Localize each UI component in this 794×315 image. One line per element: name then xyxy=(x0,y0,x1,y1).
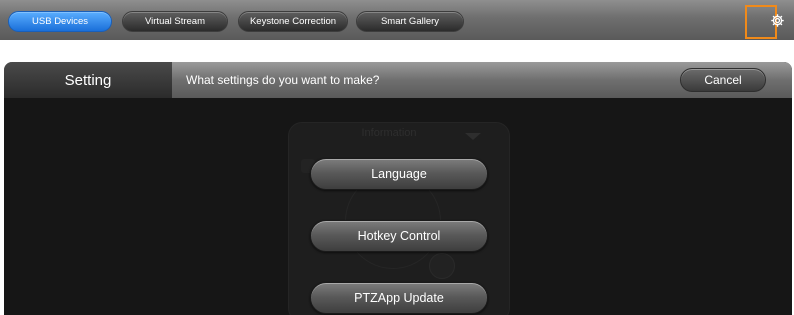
tab-virtual-stream[interactable]: Virtual Stream xyxy=(122,11,228,32)
tab-usb-devices[interactable]: USB Devices xyxy=(8,11,112,32)
panel-title: Setting xyxy=(4,62,172,98)
hotkey-control-button[interactable]: Hotkey Control xyxy=(310,220,488,252)
tab-smart-gallery[interactable]: Smart Gallery xyxy=(356,11,464,32)
background-card-title: Information xyxy=(361,127,417,139)
cancel-button[interactable]: Cancel xyxy=(680,68,766,92)
gear-icon[interactable] xyxy=(770,13,785,28)
language-button[interactable]: Language xyxy=(310,158,488,190)
top-tab-bar: USB Devices Virtual Stream Keystone Corr… xyxy=(0,0,794,40)
chevron-down-icon xyxy=(465,133,481,140)
panel-question: What settings do you want to make? xyxy=(186,73,380,87)
settings-panel: Setting What settings do you want to mak… xyxy=(4,62,792,315)
panel-header: Setting What settings do you want to mak… xyxy=(4,62,792,98)
tab-keystone-correction[interactable]: Keystone Correction xyxy=(238,11,348,32)
background-card-knob xyxy=(429,253,455,279)
ptzapp-update-button[interactable]: PTZApp Update xyxy=(310,282,488,314)
